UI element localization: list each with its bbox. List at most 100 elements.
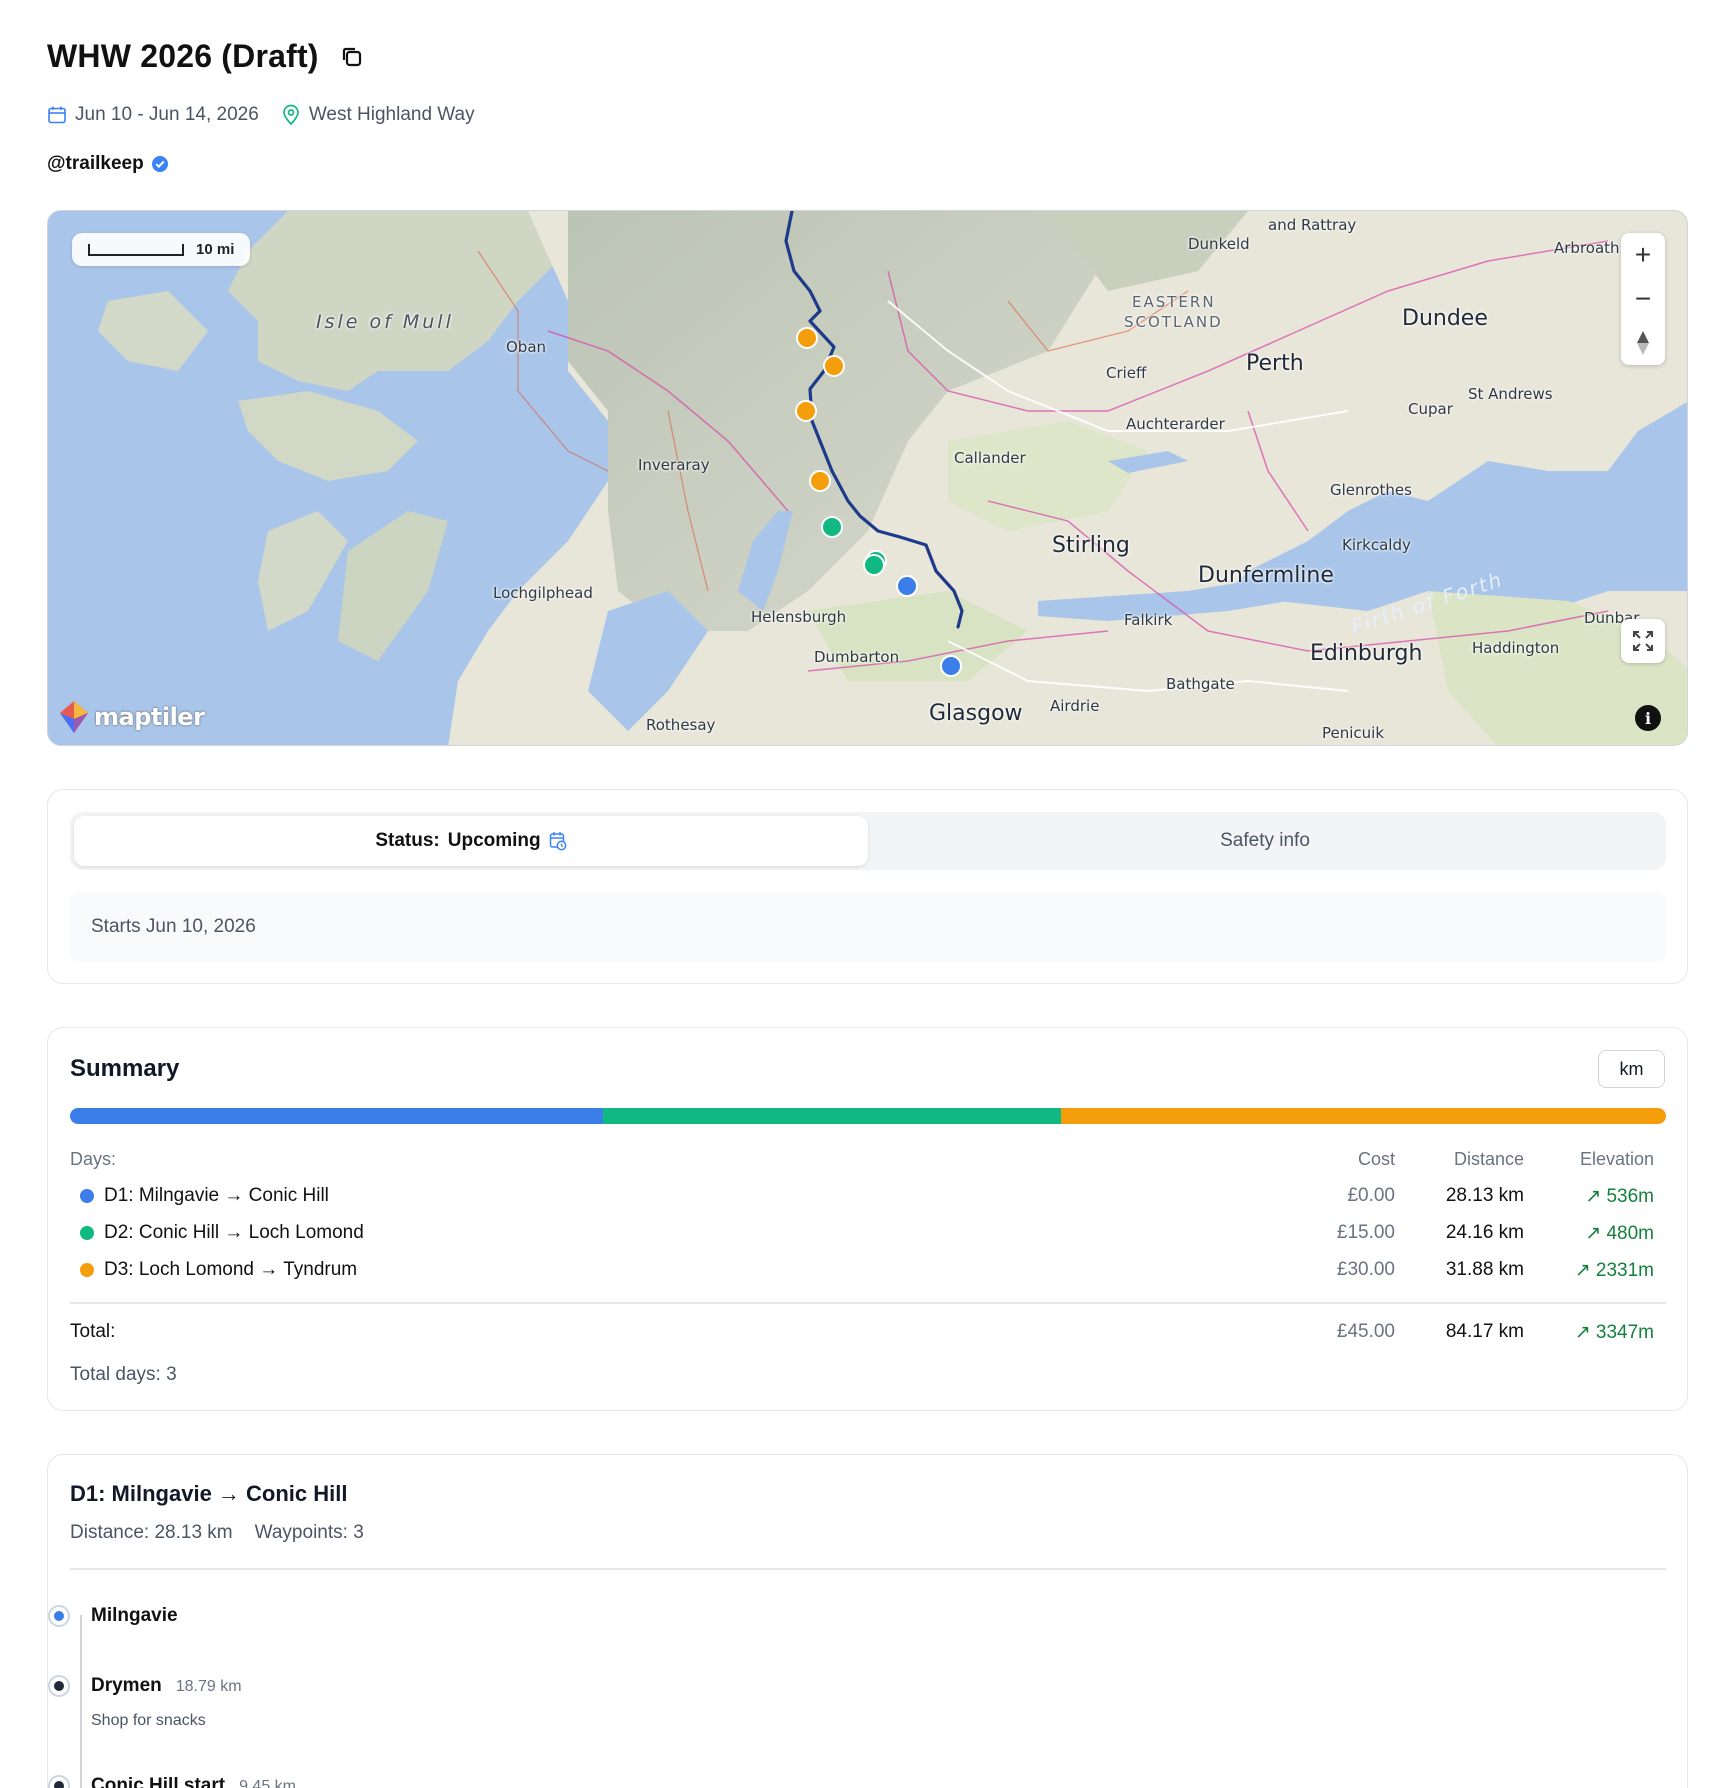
cost-header: Cost: [1357, 1149, 1395, 1169]
map-label: Dunfermline: [1198, 563, 1334, 588]
waypoint-marker: [821, 516, 843, 538]
map-label: Bathgate: [1166, 675, 1235, 693]
waypoint-marker: [823, 355, 845, 377]
days-header: Days:: [70, 1149, 117, 1169]
day-segment-d1: [70, 1108, 604, 1124]
fullscreen-icon: [1633, 631, 1653, 651]
summary-divider: [70, 1302, 1666, 1304]
fullscreen-button[interactable]: [1621, 619, 1665, 663]
waypoint-dot: [48, 1605, 70, 1627]
day-distance: 31.88 km: [1445, 1259, 1524, 1280]
total-days: Total days: 3: [70, 1364, 177, 1385]
route-map[interactable]: Isle of Mull Oban Inveraray Lochgilphead…: [47, 210, 1688, 746]
day-detail-card: D1: Milngavie → Conic Hill Distance: 28.…: [47, 1454, 1688, 1788]
map-label: Dundee: [1402, 306, 1488, 331]
day-row[interactable]: D3: Loch Lomond → Tyndrum £30.00 31.88 k…: [70, 1259, 1665, 1287]
status-card: Status: Upcoming Safety info Starts Jun …: [47, 789, 1688, 984]
map-label: Glenrothes: [1330, 481, 1412, 499]
status-value: Upcoming: [447, 830, 541, 851]
waypoint-name: Drymen: [91, 1675, 162, 1696]
map-label: Edinburgh: [1310, 641, 1423, 666]
map-label: Stirling: [1052, 533, 1130, 558]
trip-location-text: West Highland Way: [308, 104, 475, 125]
waypoint-marker: [940, 655, 962, 677]
day-detail-distance: Distance: 28.13 km: [70, 1522, 233, 1543]
day-detail-waypoints: Waypoints: 3: [254, 1522, 364, 1543]
summary-card: Summary km Days: Cost Distance Elevation…: [47, 1027, 1688, 1411]
trip-dates-text: Jun 10 - Jun 14, 2026: [75, 104, 259, 125]
trip-location: West Highland Way: [281, 104, 475, 126]
waypoint-note: Shop for snacks: [91, 1712, 206, 1729]
map-label: Rothesay: [646, 716, 716, 734]
day-cost: £15.00: [1336, 1222, 1395, 1243]
day-distance: 24.16 km: [1445, 1222, 1524, 1243]
verified-badge-icon: [151, 156, 168, 172]
summary-title: Summary: [70, 1055, 180, 1082]
map-label: Helensburgh: [751, 608, 847, 626]
page-title: WHW 2026 (Draft): [47, 38, 319, 74]
maptiler-logo-icon: [60, 701, 88, 733]
attribution-info-button[interactable]: i: [1635, 705, 1661, 731]
day-elevation: ↗ 480m: [1585, 1223, 1654, 1244]
compass-button[interactable]: [1621, 321, 1665, 365]
author-handle[interactable]: @trailkeep: [47, 153, 144, 175]
day-row[interactable]: D1: Milngavie → Conic Hill £0.00 28.13 k…: [70, 1185, 1665, 1213]
map-label: Kirkcaldy: [1342, 536, 1411, 554]
waypoint-marker: [809, 470, 831, 492]
trip-dates: Jun 10 - Jun 14, 2026: [47, 104, 259, 126]
calendar-clock-icon: [549, 832, 567, 851]
map-label: Airdrie: [1050, 697, 1100, 715]
day-distance: 28.13 km: [1445, 1185, 1524, 1206]
total-distance: 84.17 km: [1445, 1321, 1524, 1342]
map-label: Isle of Mull: [316, 311, 454, 333]
zoom-out-button[interactable]: −: [1621, 277, 1665, 321]
day-distance-bar: [70, 1108, 1666, 1124]
status-tabs: Status: Upcoming Safety info: [70, 812, 1666, 870]
map-label: Glasgow: [929, 701, 1023, 726]
day-segment-d3: [1061, 1108, 1666, 1124]
map-label: Cupar: [1408, 400, 1453, 418]
total-cost: £45.00: [1336, 1321, 1395, 1342]
total-row: Total: £45.00 84.17 km ↗ 3347m: [70, 1321, 1665, 1349]
calendar-icon: [48, 106, 66, 124]
zoom-in-button[interactable]: +: [1621, 233, 1665, 277]
copy-icon[interactable]: [339, 44, 365, 70]
day-row[interactable]: D2: Conic Hill → Loch Lomond £15.00 24.1…: [70, 1222, 1665, 1250]
day-segment-d2: [603, 1108, 1062, 1124]
total-elevation: ↗ 3347m: [1574, 1322, 1654, 1343]
compass-icon: [1637, 331, 1649, 355]
map-label: Dumbarton: [814, 648, 900, 666]
waypoint-dot: [48, 1775, 70, 1788]
waypoint-name: Milngavie: [91, 1605, 178, 1626]
unit-toggle-button[interactable]: km: [1598, 1050, 1665, 1088]
waypoint-dot: [48, 1675, 70, 1697]
day-name: D1: Milngavie → Conic Hill: [104, 1185, 329, 1206]
maptiler-logo-text: maptiler: [94, 703, 205, 731]
map-label: Oban: [506, 338, 547, 356]
day-cost: £30.00: [1336, 1259, 1395, 1280]
map-label: Perth: [1246, 351, 1304, 376]
tab-status[interactable]: Status: Upcoming: [74, 816, 868, 866]
day-elevation: ↗ 536m: [1585, 1186, 1654, 1207]
day-color-dot: [80, 1226, 94, 1240]
maptiler-logo[interactable]: maptiler: [58, 699, 205, 735]
waypoint-name: Conic Hill start: [91, 1775, 226, 1788]
status-message: Starts Jun 10, 2026: [70, 892, 1666, 962]
map-label: Haddington: [1472, 639, 1560, 657]
map-label: Crieff: [1106, 364, 1147, 382]
day-name: D3: Loch Lomond → Tyndrum: [104, 1259, 358, 1280]
map-label: Callander: [954, 449, 1026, 467]
map-label: Auchterarder: [1126, 415, 1225, 433]
author[interactable]: @trailkeep: [47, 153, 169, 175]
waypoint-marker: [896, 575, 918, 597]
map-label: Dunkeld: [1188, 235, 1250, 253]
map-label: and Rattray: [1268, 216, 1357, 234]
waypoint-distance: 18.79 km: [175, 1678, 242, 1695]
day-color-dot: [80, 1189, 94, 1203]
tab-safety-info[interactable]: Safety info: [868, 816, 1662, 866]
day-color-dot: [80, 1263, 94, 1277]
map-label: EASTERN: [1132, 293, 1216, 311]
waypoint-marker: [796, 327, 818, 349]
summary-header: Days: Cost Distance Elevation: [70, 1149, 1665, 1173]
waypoint-distance: 9.45 km: [239, 1778, 296, 1788]
